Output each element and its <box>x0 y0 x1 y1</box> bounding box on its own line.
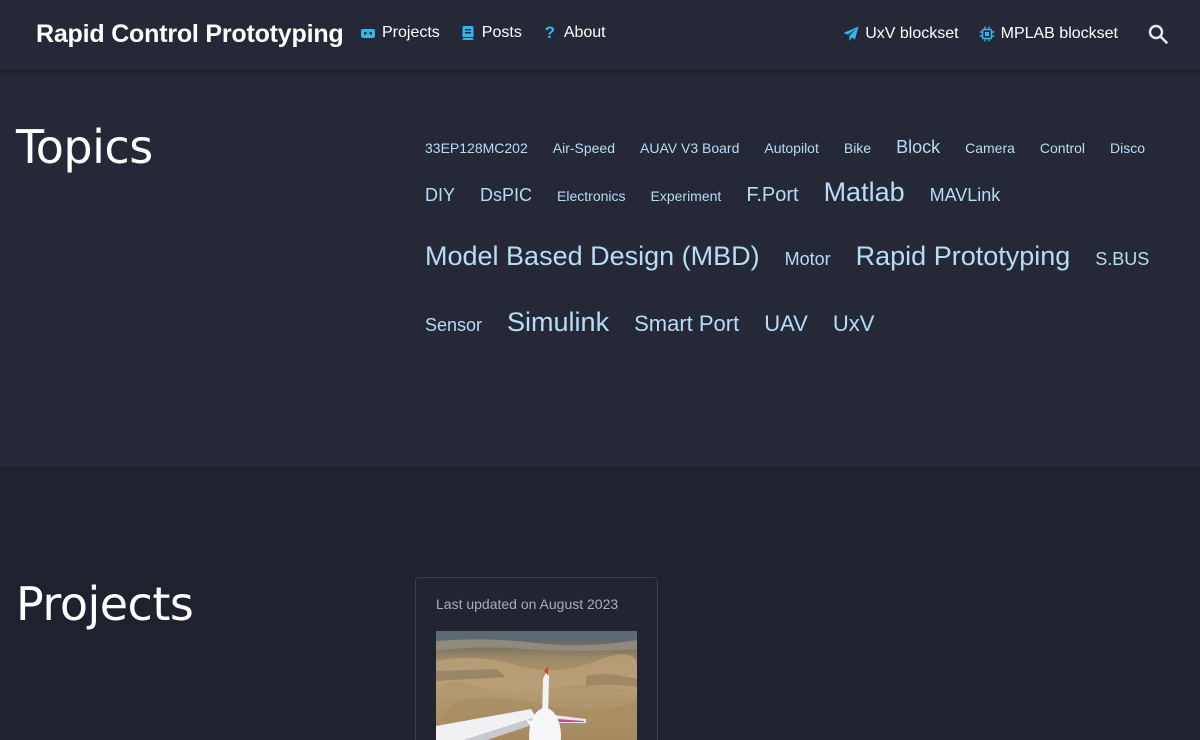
tag-link[interactable]: Electronics <box>557 167 625 225</box>
tag-link[interactable]: Camera <box>965 133 1015 163</box>
tag-link[interactable]: Smart Port <box>634 292 739 356</box>
projects-icon <box>360 25 376 41</box>
nav-left: Projects Posts ? About <box>360 24 606 42</box>
project-card[interactable]: Last updated on August 2023 <box>415 577 658 740</box>
tag-link[interactable]: Air-Speed <box>553 133 615 163</box>
tag-link[interactable]: Block <box>896 132 940 162</box>
nav-mplab-blockset-label: MPLAB blockset <box>1000 25 1118 42</box>
tag-link[interactable]: UAV <box>764 292 808 356</box>
tag-link[interactable]: MAVLink <box>930 166 1001 224</box>
tag-link[interactable]: F.Port <box>746 166 798 224</box>
chip-icon <box>979 26 995 42</box>
nav-projects-link[interactable]: Projects <box>360 24 440 42</box>
search-icon[interactable] <box>1148 24 1168 44</box>
tag-link[interactable]: Matlab <box>824 163 905 221</box>
nav-uxv-blockset-link[interactable]: UxV blockset <box>843 25 959 43</box>
nav-mplab-blockset-link[interactable]: MPLAB blockset <box>979 25 1118 43</box>
project-card-image[interactable] <box>436 631 637 740</box>
tag-link[interactable]: UxV <box>833 292 875 356</box>
tag-link[interactable]: DIY <box>425 166 455 224</box>
projects-section: Projects Last updated on August 2023 <box>0 467 1200 740</box>
tag-link[interactable]: DsPIC <box>480 166 532 224</box>
question-icon: ? <box>544 23 555 42</box>
nav-about-label: About <box>563 24 606 41</box>
nav-about-link[interactable]: ? About <box>542 24 606 42</box>
nav-posts-link[interactable]: Posts <box>460 24 522 42</box>
tag-cloud: 33EP128MC202 Air-Speed AUAV V3 Board Aut… <box>425 132 1195 357</box>
paper-plane-icon <box>843 26 859 42</box>
tag-link[interactable]: Sensor <box>425 293 482 357</box>
tag-link[interactable]: 33EP128MC202 <box>425 133 528 163</box>
tag-link[interactable]: Simulink <box>507 290 609 354</box>
site-brand[interactable]: Rapid Control Prototyping <box>36 20 344 49</box>
tag-link[interactable]: Autopilot <box>764 133 818 163</box>
topics-section: Topics 33EP128MC202 Air-Speed AUAV V3 Bo… <box>0 70 1200 467</box>
tag-link[interactable]: Bike <box>844 133 871 163</box>
tag-link[interactable]: S.BUS <box>1095 228 1149 290</box>
tag-link[interactable]: Motor <box>785 228 831 290</box>
nav-uxv-blockset-label: UxV blockset <box>865 25 959 42</box>
project-card-date: Last updated on August 2023 <box>436 596 619 612</box>
topics-heading: Topics <box>16 120 153 174</box>
tag-link[interactable]: AUAV V3 Board <box>640 133 739 163</box>
tag-link[interactable]: Model Based Design (MBD) <box>425 225 760 287</box>
tag-link[interactable]: Experiment <box>651 167 722 225</box>
nav-posts-label: Posts <box>481 24 522 41</box>
nav-projects-label: Projects <box>382 24 440 41</box>
projects-heading: Projects <box>16 577 194 631</box>
tag-link[interactable]: Control <box>1040 133 1085 163</box>
book-icon <box>460 25 476 41</box>
tag-link[interactable]: Disco <box>1110 133 1145 163</box>
navbar: Rapid Control Prototyping Projects Posts… <box>0 0 1200 70</box>
tag-link[interactable]: Rapid Prototyping <box>856 225 1071 287</box>
nav-right: UxV blockset MPLAB blockset <box>843 24 1168 44</box>
